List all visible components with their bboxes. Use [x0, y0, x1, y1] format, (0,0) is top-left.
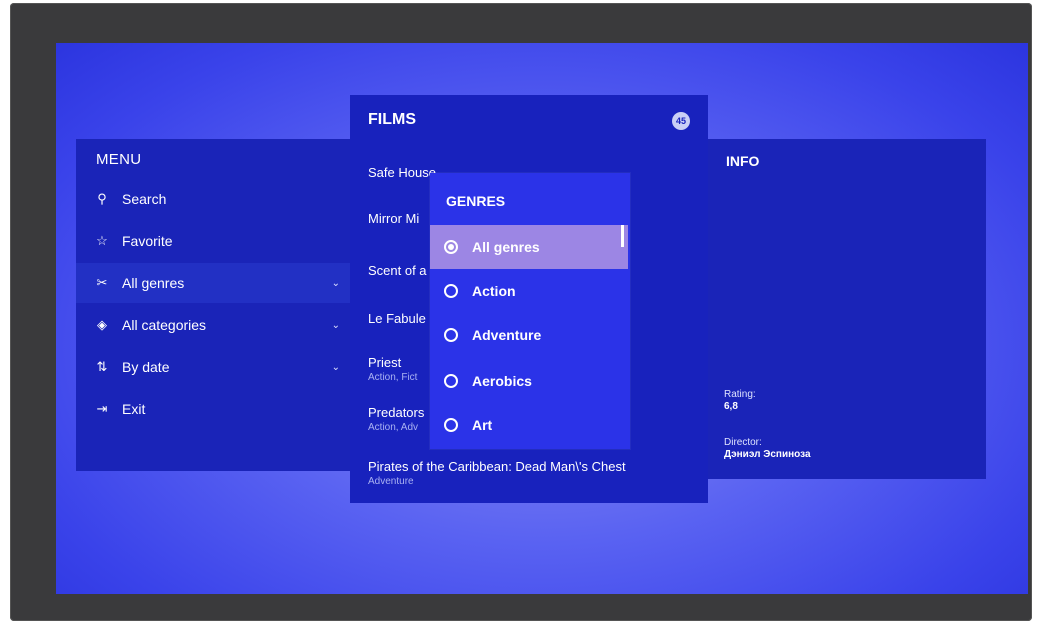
tv-screen: MENU ⚲ Search ☆ Favorite ✂ All genres ⌄ … — [56, 43, 1028, 594]
menu-title: MENU — [96, 151, 142, 168]
film-item[interactable]: Scent of a — [368, 263, 427, 278]
film-item[interactable]: Mirror Mi — [368, 211, 419, 226]
search-icon: ⚲ — [97, 191, 107, 206]
radio-icon — [444, 418, 458, 432]
menu-item-all-genres[interactable]: ✂ All genres ⌄ — [76, 263, 352, 303]
menu-item-label: Search — [122, 191, 167, 207]
genre-option-label: Aerobics — [472, 373, 532, 389]
chevron-down-icon: ⌄ — [331, 277, 340, 289]
menu-item-favorite[interactable]: ☆ Favorite — [76, 221, 352, 261]
film-title: Pirates of the Caribbean: Dead Man\'s Ch… — [368, 459, 626, 474]
genre-option-aerobics[interactable]: Aerobics — [430, 359, 628, 403]
director-label: Director: — [724, 437, 762, 448]
director-value: Дэниэл Эспиноза — [724, 449, 811, 460]
film-item[interactable]: Safe House — [368, 165, 436, 180]
info-title: INFO — [726, 153, 760, 169]
menu-item-search[interactable]: ⚲ Search — [76, 179, 352, 219]
genre-option-label: Adventure — [472, 327, 542, 343]
info-panel: INFO Rating: 6,8 Director: Дэниэл Эспино… — [708, 139, 986, 479]
film-item[interactable]: Pirates of the Caribbean: Dead Man\'s Ch… — [368, 459, 626, 487]
menu-item-label: All categories — [122, 317, 207, 333]
genre-option-label: Action — [472, 283, 516, 299]
menu-panel: MENU ⚲ Search ☆ Favorite ✂ All genres ⌄ … — [76, 139, 352, 471]
menu-item-label: By date — [122, 359, 170, 375]
menu-item-all-categories[interactable]: ◈ All categories ⌄ — [76, 305, 352, 345]
rating-label: Rating: — [724, 389, 756, 400]
chevron-down-icon: ⌄ — [331, 319, 340, 331]
film-genres: Action, Fict — [368, 372, 418, 383]
film-item[interactable]: Priest Action, Fict — [368, 355, 417, 383]
genre-option-label: Art — [472, 417, 493, 433]
menu-item-by-date[interactable]: ⇅ By date ⌄ — [76, 347, 352, 387]
films-count-badge: 45 — [672, 112, 690, 130]
genres-dropdown: GENRES All genres Action Adventure Aerob… — [430, 173, 630, 449]
exit-icon: ⇥ — [96, 401, 108, 416]
chevron-down-icon: ⌄ — [331, 361, 340, 373]
films-title: FILMS — [368, 111, 416, 128]
film-title: Priest — [368, 355, 402, 370]
tv-bezel: MENU ⚲ Search ☆ Favorite ✂ All genres ⌄ … — [10, 3, 1032, 621]
film-title: Predators — [368, 405, 425, 420]
film-item[interactable]: Le Fabule — [368, 311, 426, 326]
genre-option-label: All genres — [472, 239, 540, 255]
radio-icon — [444, 284, 458, 298]
film-title: Scent of a — [368, 263, 427, 278]
film-title: Safe House — [368, 165, 436, 180]
film-title: Le Fabule — [368, 311, 426, 326]
genres-icon: ✂ — [96, 275, 108, 290]
star-icon: ☆ — [96, 233, 108, 248]
genre-option-all-genres[interactable]: All genres — [430, 225, 628, 269]
menu-item-label: Favorite — [122, 233, 173, 249]
genres-title: GENRES — [446, 193, 506, 209]
film-genres: Action, Adv — [368, 422, 419, 433]
film-item[interactable]: Predators Action, Adv — [368, 405, 424, 433]
rating-value: 6,8 — [724, 401, 738, 412]
menu-item-label: All genres — [122, 275, 185, 291]
radio-selected-icon — [444, 240, 458, 254]
menu-item-exit[interactable]: ⇥ Exit — [76, 389, 352, 429]
genres-scrollbar[interactable] — [621, 225, 624, 247]
radio-icon — [444, 374, 458, 388]
film-genres: Adventure — [368, 476, 414, 487]
film-title: Mirror Mi — [368, 211, 420, 226]
menu-item-label: Exit — [122, 401, 146, 417]
categories-icon: ◈ — [97, 317, 107, 332]
sort-icon: ⇅ — [96, 359, 108, 374]
genre-option-action[interactable]: Action — [430, 269, 628, 313]
genre-option-adventure[interactable]: Adventure — [430, 313, 628, 357]
genre-option-art[interactable]: Art — [430, 403, 628, 447]
radio-icon — [444, 328, 458, 342]
